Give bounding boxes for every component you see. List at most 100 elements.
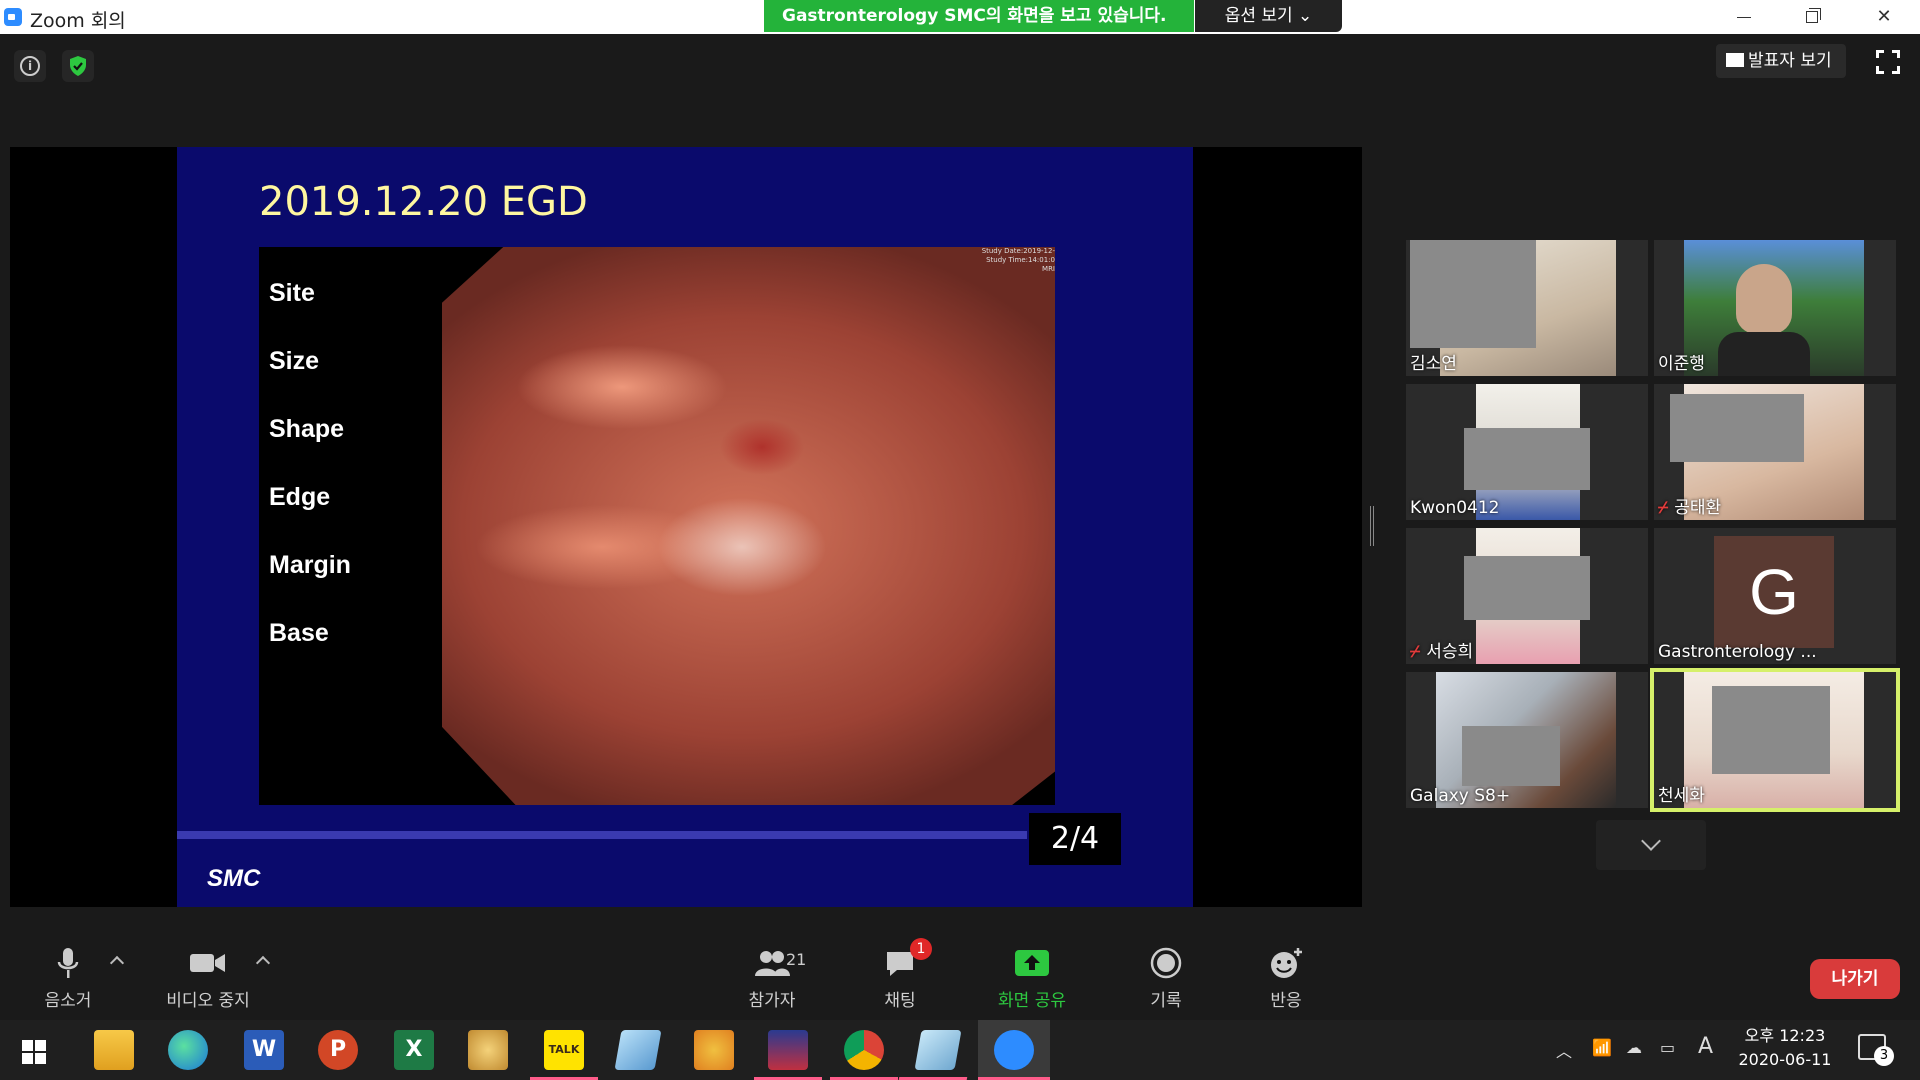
study-metadata: Study Date:2019-12- Study Time:14:01:0 M… bbox=[982, 247, 1055, 274]
window-title: Zoom 회의 bbox=[30, 10, 126, 32]
chat-button[interactable]: 1 채팅 bbox=[840, 938, 960, 1011]
minimize-button[interactable] bbox=[1716, 0, 1772, 34]
powerpoint-icon[interactable]: P bbox=[318, 1030, 358, 1070]
stop-video-button[interactable]: 비디오 중지 bbox=[148, 946, 268, 1011]
reaction-smiley-icon bbox=[1271, 948, 1302, 978]
onedrive-icon[interactable]: ☁ bbox=[1626, 1038, 1642, 1057]
study-date: Study Date:2019-12- bbox=[981, 247, 1055, 255]
participant-name: 김소연 bbox=[1410, 354, 1457, 374]
participant-tile[interactable]: Kwon0412 bbox=[1406, 384, 1648, 520]
participant-tile[interactable]: ⌿ 공태환 bbox=[1654, 384, 1896, 520]
participant-name: Kwon0412 bbox=[1410, 498, 1500, 518]
participant-shoulders bbox=[1718, 332, 1810, 376]
paint-icon[interactable] bbox=[468, 1030, 508, 1070]
record-label: 기록 bbox=[1150, 991, 1182, 1011]
criteria-item: Site bbox=[269, 279, 315, 307]
participant-tile[interactable]: G Gastronterology ... bbox=[1654, 528, 1896, 664]
slide-footer-bar bbox=[177, 831, 1027, 839]
speaker-view-button[interactable]: 발표자 보기 bbox=[1716, 44, 1846, 78]
participant-avatar: G bbox=[1714, 536, 1834, 648]
speaker-view-label: 발표자 보기 bbox=[1748, 51, 1832, 71]
participant-tile[interactable]: Galaxy S8+ bbox=[1406, 672, 1648, 808]
reactions-button[interactable]: 반응 bbox=[1226, 946, 1346, 1011]
restore-icon bbox=[1806, 8, 1821, 23]
meeting-info-button[interactable]: i bbox=[14, 50, 46, 82]
info-icon: i bbox=[20, 56, 40, 76]
view-options-button[interactable]: 옵션 보기 ⌄ bbox=[1195, 0, 1342, 32]
participant-name: 천세화 bbox=[1658, 786, 1705, 806]
word-icon[interactable]: W bbox=[244, 1030, 284, 1070]
criteria-item: Base bbox=[269, 619, 329, 647]
shield-check-icon bbox=[70, 56, 86, 76]
zoom-taskbar-active[interactable] bbox=[978, 1020, 1050, 1080]
fullscreen-icon-corner bbox=[1892, 50, 1900, 58]
participants-button[interactable]: 21 참가자 bbox=[712, 946, 832, 1011]
participants-count: 21 bbox=[786, 950, 807, 969]
notes-app-icon[interactable] bbox=[614, 1030, 662, 1070]
wifi-icon[interactable]: 📶 bbox=[1592, 1038, 1612, 1057]
encryption-button[interactable] bbox=[62, 50, 94, 82]
privacy-blur bbox=[1464, 428, 1590, 490]
participant-name: 이준행 bbox=[1658, 354, 1705, 374]
leave-meeting-button[interactable]: 나가기 bbox=[1810, 959, 1900, 999]
windows-start-icon[interactable] bbox=[22, 1040, 46, 1064]
share-screen-button[interactable]: 화면 공유 bbox=[972, 946, 1092, 1011]
mic-muted-icon: ⌿ bbox=[1410, 642, 1421, 662]
panel-resize-handle[interactable] bbox=[1370, 506, 1374, 546]
criteria-item: Edge bbox=[269, 483, 331, 511]
kakaotalk-icon[interactable]: TALK bbox=[530, 1030, 598, 1080]
windows-taskbar: W P X TALK ︿ 📶 ☁ ▭ A 오후 12:23 2020-06-11… bbox=[0, 1020, 1920, 1080]
close-button[interactable]: ✕ bbox=[1856, 0, 1912, 34]
endoscopy-tissue bbox=[442, 247, 1055, 805]
edge-browser-icon[interactable] bbox=[168, 1030, 208, 1070]
zoom-app-icon bbox=[4, 8, 22, 26]
endoscopy-image: Study Date:2019-12- Study Time:14:01:0 M… bbox=[442, 247, 1055, 805]
scroll-participants-down-button[interactable] bbox=[1596, 820, 1706, 870]
notes-app-icon-2[interactable] bbox=[898, 1030, 968, 1080]
mic-muted-icon: ⌿ bbox=[1658, 498, 1669, 518]
notification-count: 3 bbox=[1874, 1046, 1894, 1066]
page-counter: 2/4 bbox=[1029, 813, 1121, 865]
share-screen-label: 화면 공유 bbox=[998, 991, 1066, 1011]
study-time: Study Time:14:01:0 bbox=[986, 256, 1055, 264]
record-button[interactable]: 기록 bbox=[1106, 946, 1226, 1011]
participant-tile-active[interactable]: 천세화 bbox=[1650, 668, 1900, 812]
title-bar: Zoom 회의 Gastronterology SMC의 화면을 보고 있습니다… bbox=[0, 0, 1920, 34]
save-app-icon[interactable] bbox=[754, 1030, 822, 1080]
participant-tile[interactable]: 김소연 bbox=[1406, 240, 1648, 376]
chat-label: 채팅 bbox=[884, 991, 916, 1011]
criteria-list: Site Size Shape Edge Margin Base bbox=[269, 279, 351, 687]
chat-unread-badge: 1 bbox=[910, 938, 932, 960]
notification-center-icon[interactable]: 3 bbox=[1858, 1034, 1894, 1066]
criteria-item: Margin bbox=[269, 551, 351, 579]
excel-icon[interactable]: X bbox=[394, 1030, 434, 1070]
fullscreen-icon-corner bbox=[1892, 66, 1900, 74]
privacy-blur bbox=[1410, 240, 1536, 348]
restore-button[interactable] bbox=[1784, 0, 1840, 34]
share-screen-icon bbox=[1015, 950, 1049, 976]
taskbar-clock[interactable]: 오후 12:23 2020-06-11 bbox=[1730, 1024, 1840, 1072]
zoom-taskbar-icon bbox=[994, 1030, 1034, 1070]
criteria-item: Size bbox=[269, 347, 320, 375]
mute-button[interactable]: 음소거 bbox=[8, 946, 128, 1011]
ime-indicator[interactable]: A bbox=[1698, 1034, 1713, 1059]
participant-name: Gastronterology ... bbox=[1658, 642, 1817, 662]
chrome-icon[interactable] bbox=[830, 1030, 898, 1080]
reactions-label: 반응 bbox=[1270, 991, 1302, 1011]
participant-face bbox=[1736, 264, 1792, 334]
participant-name: Galaxy S8+ bbox=[1410, 786, 1511, 806]
file-explorer-icon[interactable] bbox=[94, 1030, 134, 1070]
slide-content-panel: Site Size Shape Edge Margin Base Study D… bbox=[259, 247, 1055, 805]
battery-icon[interactable]: ▭ bbox=[1660, 1038, 1675, 1057]
transfer-app-icon[interactable] bbox=[694, 1030, 734, 1070]
meeting-toolbar: 음소거 비디오 중지 21 참가자 1 채팅 화면 공유 기록 반응 bbox=[0, 930, 1920, 1020]
participant-name: ⌿ 공태환 bbox=[1658, 498, 1722, 518]
tray-overflow-icon[interactable]: ︿ bbox=[1556, 1038, 1572, 1062]
participant-tile[interactable]: 이준행 bbox=[1654, 240, 1896, 376]
participant-tile[interactable]: ⌿ 서승희 bbox=[1406, 528, 1648, 664]
fullscreen-button[interactable] bbox=[1876, 50, 1900, 74]
clock-date: 2020-06-11 bbox=[1738, 1050, 1832, 1069]
criteria-item: Shape bbox=[269, 415, 345, 443]
privacy-blur bbox=[1670, 394, 1804, 462]
slide-title: 2019.12.20 EGD bbox=[259, 179, 588, 225]
